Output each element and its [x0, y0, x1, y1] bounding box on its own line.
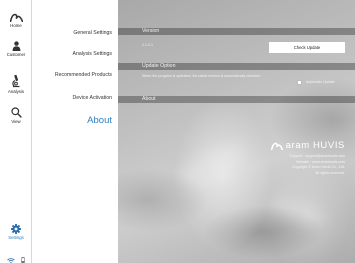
nav-home[interactable]: Home	[0, 13, 32, 28]
logo-icon	[9, 13, 23, 22]
nav-home-label: Home	[10, 23, 22, 28]
menu-about[interactable]: About	[87, 115, 112, 126]
menu-analysis-settings[interactable]: Analysis Settings	[72, 51, 112, 57]
user-icon	[12, 41, 20, 51]
version-title: Version	[142, 28, 160, 34]
about-title: About	[142, 96, 156, 102]
update-option-section-header: Update Option	[118, 63, 355, 70]
background-fold	[175, 136, 251, 192]
version-number: 1.1.0.1	[142, 43, 153, 47]
menu-recommended-products[interactable]: Recommended Products	[55, 72, 112, 78]
nav-settings[interactable]: Settings	[0, 224, 32, 240]
logo-icon	[270, 142, 283, 150]
nav-analysis-label: Analysis	[7, 89, 24, 94]
rights-reserved: All rights reserved.	[315, 170, 345, 175]
status-icons	[0, 251, 32, 263]
automatic-update-checkbox[interactable]	[297, 80, 302, 85]
nav-customer[interactable]: Customer	[0, 41, 32, 57]
automatic-update-label: Automatic Update	[306, 80, 335, 84]
update-option-title: Update Option	[142, 63, 176, 69]
version-section-header: Version	[118, 28, 355, 35]
menu-general-settings[interactable]: General Settings	[73, 30, 112, 36]
nav-analysis[interactable]: Analysis	[0, 74, 32, 94]
update-option-description: When the program is operated, the latest…	[142, 74, 261, 78]
check-update-button[interactable]: Check Update	[269, 42, 345, 53]
settings-content: Version 1.1.0.1 Check Update Update Opti…	[118, 0, 355, 263]
wifi-icon	[6, 258, 15, 263]
brand-logo: aram HUVIS	[270, 140, 345, 151]
gear-icon	[11, 224, 21, 234]
nav-rail: Home Customer Analysis View Settings	[0, 0, 32, 263]
battery-icon	[21, 257, 26, 263]
nav-customer-label: Customer	[6, 52, 26, 57]
settings-menu: General Settings Analysis Settings Recom…	[32, 0, 118, 263]
nav-view-label: View	[11, 119, 21, 124]
background-fold	[266, 190, 330, 232]
search-icon	[10, 107, 22, 118]
about-info: aram HUVIS Support : support@aramhuvis.c…	[270, 140, 345, 176]
microscope-icon	[12, 74, 20, 88]
nav-view[interactable]: View	[0, 107, 32, 124]
brand-name: aram HUVIS	[285, 140, 345, 151]
about-section-header: About	[118, 96, 355, 103]
nav-settings-label: Settings	[8, 235, 24, 240]
menu-device-activation[interactable]: Device Activation	[72, 95, 112, 101]
